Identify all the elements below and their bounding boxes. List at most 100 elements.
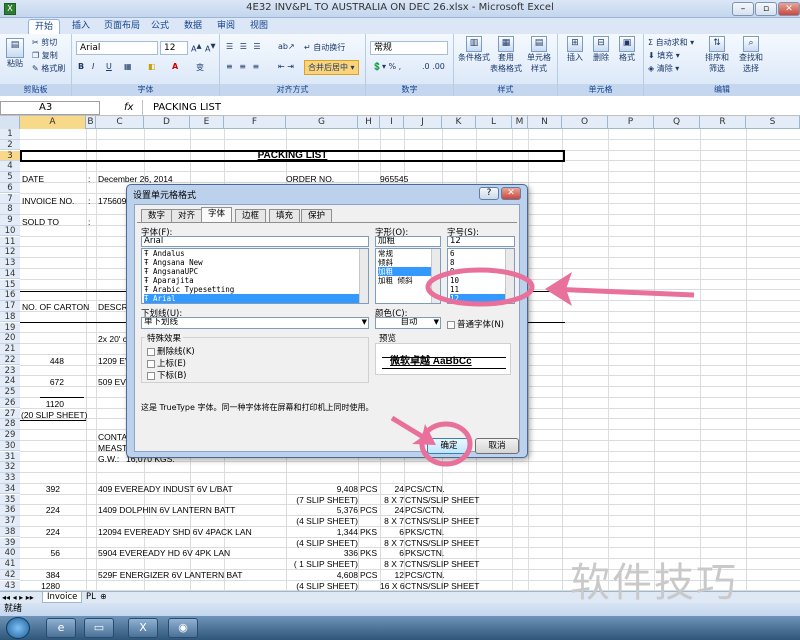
select-all-corner[interactable] (0, 116, 20, 129)
row-header[interactable]: 6 (0, 182, 20, 194)
grow-font-button[interactable]: A▲ (191, 42, 202, 54)
row-header[interactable]: 18 (0, 311, 20, 323)
tab-protection[interactable]: 保护 (301, 209, 333, 222)
row-header[interactable]: 9 (0, 215, 20, 226)
indent-icons[interactable]: ⇤ ⇥ (278, 62, 294, 71)
row-header[interactable]: 14 (0, 268, 20, 280)
row-header[interactable]: 38 (0, 526, 20, 538)
row-header[interactable]: 26 (0, 397, 20, 409)
row-header[interactable]: 33 (0, 473, 20, 484)
col-e[interactable]: E (190, 116, 224, 129)
cancel-button[interactable]: 取消 (475, 438, 519, 454)
tab-home[interactable]: 开始 (28, 19, 61, 34)
row-header[interactable]: 35 (0, 494, 20, 505)
tab-font[interactable]: 字体 (201, 207, 233, 222)
row-header[interactable]: 16 (0, 290, 20, 301)
row-header[interactable]: 12 (0, 247, 20, 258)
row-header[interactable]: 29 (0, 430, 20, 441)
copy-button[interactable]: ❐ 复制 (32, 50, 58, 61)
row-header[interactable]: 7 (0, 193, 20, 204)
underline-button[interactable]: U (106, 62, 112, 71)
sort-filter-button[interactable]: ⇅ 排序和 筛选 (702, 36, 732, 74)
bold-button[interactable]: B (78, 62, 84, 71)
col-o[interactable]: O (562, 116, 608, 129)
cut-button[interactable]: ✂ 剪切 (32, 37, 57, 48)
sheet-nav-arrows[interactable]: ◂◂ ◂ ▸ ▸▸ (2, 593, 34, 602)
col-a[interactable]: A (20, 116, 86, 129)
ok-button[interactable]: 确定 (427, 438, 471, 454)
tab-border[interactable]: 边框 (235, 209, 267, 222)
row-header[interactable]: 4 (0, 161, 20, 172)
font-option-selected[interactable]: Ŧ Arial (144, 294, 368, 303)
col-s[interactable]: S (746, 116, 800, 129)
tab-review[interactable]: 审阅 (211, 19, 241, 34)
tab-page-layout[interactable]: 页面布局 (98, 19, 146, 34)
clear-button[interactable]: ◈ 清除 ▾ (648, 63, 679, 74)
col-l[interactable]: L (476, 116, 512, 129)
merge-center-button[interactable]: 合并后居中 ▾ (304, 60, 359, 75)
col-p[interactable]: P (608, 116, 654, 129)
col-r[interactable]: R (700, 116, 746, 129)
col-g[interactable]: G (286, 116, 358, 129)
row-header[interactable]: 30 (0, 440, 20, 452)
row-header[interactable]: 3 (0, 150, 20, 161)
tab-alignment[interactable]: 对齐 (171, 209, 203, 222)
format-painter-button[interactable]: ✎ 格式刷 (32, 63, 65, 74)
strikethrough-checkbox[interactable]: 删除线(K) (147, 345, 195, 357)
row-header[interactable]: 22 (0, 354, 20, 366)
row-header[interactable]: 10 (0, 225, 20, 237)
row-header[interactable]: 32 (0, 462, 20, 473)
tab-number[interactable]: 数字 (141, 209, 173, 222)
tab-fill[interactable]: 填充 (269, 209, 301, 222)
formula-input[interactable]: PACKING LIST (142, 100, 800, 115)
tab-formulas[interactable]: 公式 (145, 19, 175, 34)
help-button[interactable]: ? (479, 187, 499, 200)
col-c[interactable]: C (96, 116, 144, 129)
font-option[interactable]: Ŧ AngsanaUPC (144, 267, 368, 276)
col-f[interactable]: F (224, 116, 286, 129)
fill-color-icon[interactable]: ◧ (148, 62, 156, 71)
format-cells-button[interactable]: ▣ 格式 (614, 36, 640, 63)
col-d[interactable]: D (144, 116, 190, 129)
orientation-icon[interactable]: ab↗ (278, 42, 295, 51)
font-option[interactable]: Ŧ Angsana New (144, 258, 368, 267)
number-format-box[interactable]: 常规 (370, 41, 448, 55)
dialog-close-button[interactable]: ✕ (501, 187, 521, 200)
row-header[interactable]: 24 (0, 376, 20, 387)
row-header[interactable]: 41 (0, 559, 20, 570)
new-sheet-icon[interactable]: ⊕ (100, 592, 107, 601)
row-header[interactable]: 31 (0, 451, 20, 462)
col-q[interactable]: Q (654, 116, 700, 129)
row-header[interactable]: 8 (0, 204, 20, 215)
vertical-align-icons[interactable]: ☰ ☰ ☰ (226, 42, 263, 51)
font-option[interactable]: Ŧ Andalus (144, 249, 368, 258)
row-header[interactable]: 1 (0, 129, 20, 140)
conditional-format-button[interactable]: ▥ 条件格式 (458, 36, 490, 63)
folder-icon[interactable]: ▭ (84, 618, 114, 638)
tab-data[interactable]: 数据 (178, 19, 208, 34)
format-table-button[interactable]: ▦ 套用 表格格式 (490, 36, 522, 74)
subscript-checkbox[interactable]: 下标(B) (147, 369, 186, 381)
font-input[interactable]: Arial (141, 236, 369, 247)
row-header[interactable]: 23 (0, 365, 20, 376)
row-header[interactable]: 25 (0, 387, 20, 398)
col-m[interactable]: M (512, 116, 528, 129)
phonetic-icon[interactable]: 变 (196, 62, 204, 73)
font-list-scrollbar[interactable] (359, 249, 368, 303)
name-box[interactable]: A3 (0, 101, 100, 115)
tab-insert[interactable]: 插入 (66, 19, 96, 34)
insert-function-icon[interactable]: fx (124, 102, 133, 113)
currency-icon[interactable]: 💲▾ % , (372, 62, 401, 71)
cell-styles-button[interactable]: ▤ 单元格 样式 (524, 36, 554, 74)
row-header[interactable]: 13 (0, 258, 20, 269)
font-size-box[interactable]: 12 (160, 41, 188, 55)
borders-icon[interactable]: ▦ (124, 62, 132, 71)
row-header[interactable]: 42 (0, 569, 20, 581)
row-header[interactable]: 20 (0, 333, 20, 344)
sheet-tab-pl[interactable]: PL (82, 592, 100, 603)
size-list[interactable]: 6 8 9 10 11 12 (447, 248, 515, 304)
font-name-box[interactable]: Arial (76, 41, 158, 55)
font-list[interactable]: Ŧ Andalus Ŧ Angsana New Ŧ AngsanaUPC Ŧ A… (141, 248, 369, 304)
minimize-button[interactable]: – (732, 2, 754, 16)
col-j[interactable]: J (404, 116, 442, 129)
